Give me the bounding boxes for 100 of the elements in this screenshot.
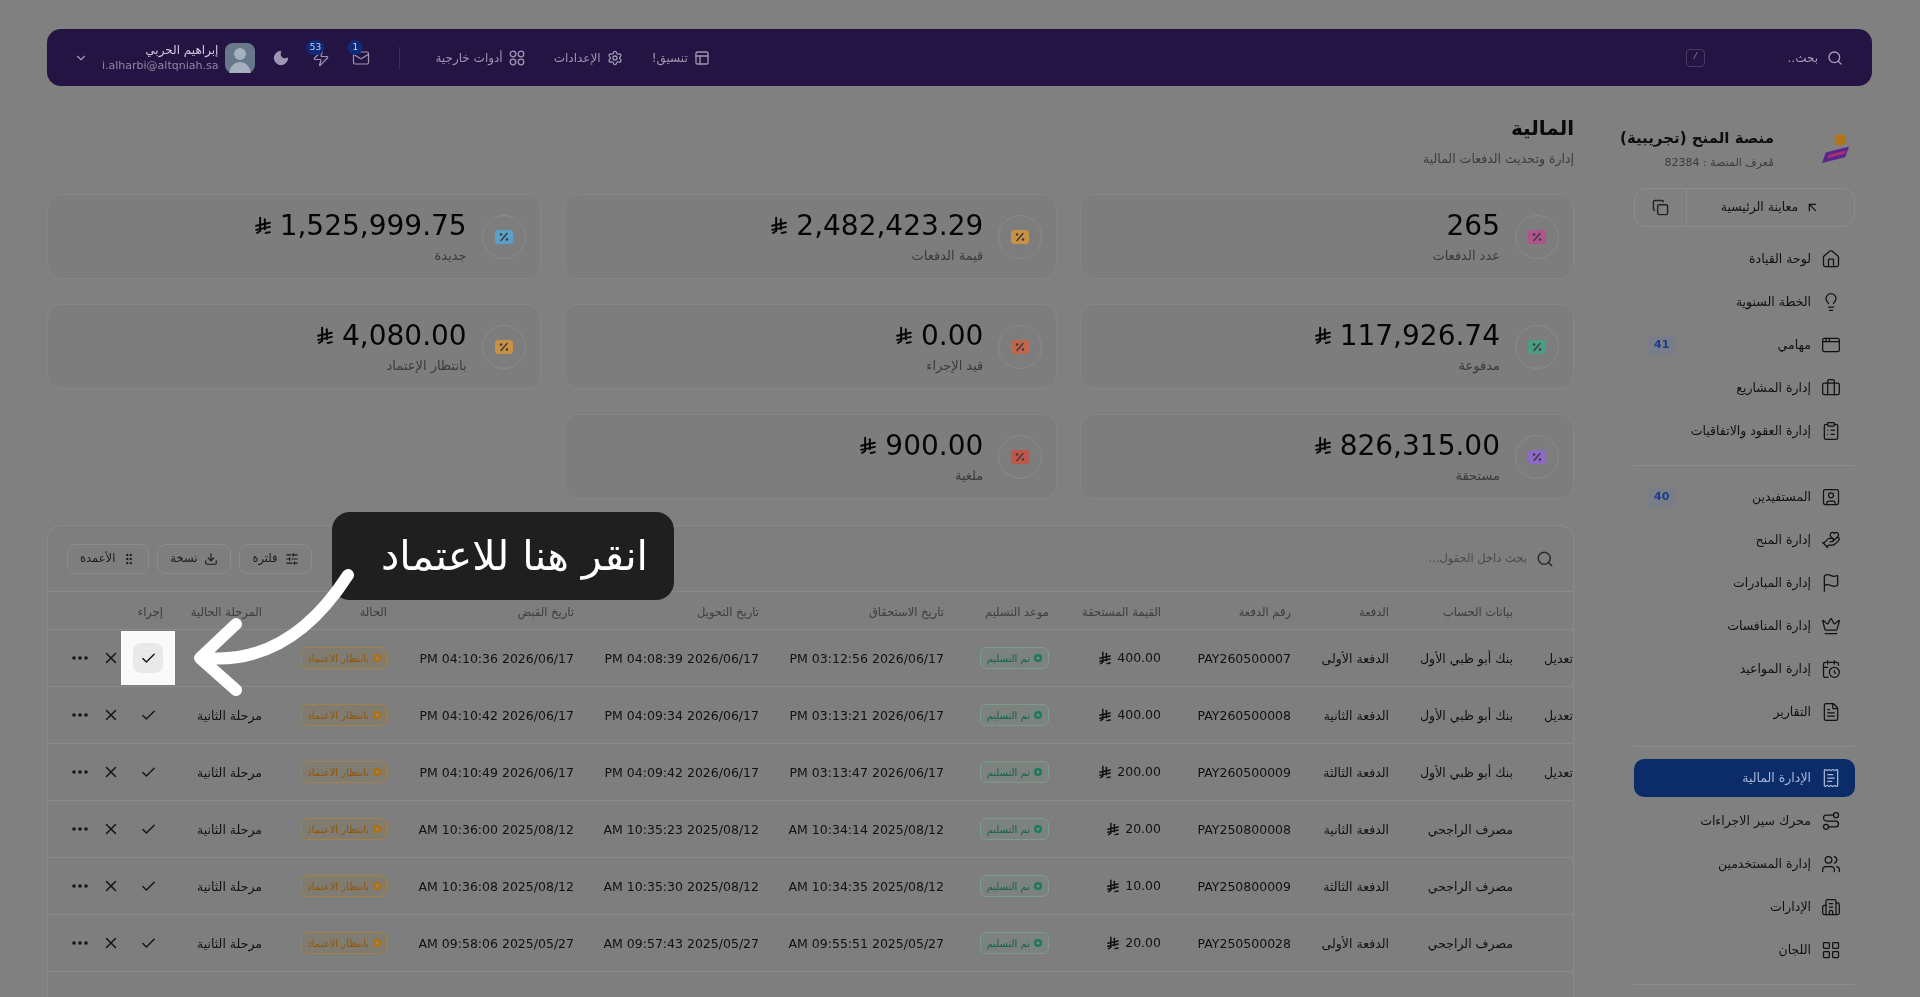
stat-label: جديدة <box>434 246 467 265</box>
riyal-sign-icon <box>1107 822 1120 836</box>
nav-item[interactable]: لوحة القيادة <box>1634 240 1855 278</box>
table-cell: PAY260500007 <box>1197 651 1291 666</box>
stat-value: 117,926.74 <box>1339 318 1500 353</box>
edit-link[interactable]: تعديل <box>1543 651 1573 666</box>
nav-item[interactable]: الإدارات <box>1634 888 1855 926</box>
table-cell: مرحلة الثانية <box>197 765 262 780</box>
table-cell: PM 03:13:21 2026/06/17 <box>789 708 944 723</box>
nav-item[interactable]: الخطة السنوية <box>1634 283 1855 321</box>
table-cell: PM 04:10:36 2026/06/17 <box>419 651 574 666</box>
search-field[interactable]: بحث.. <box>1718 48 1818 67</box>
table-cell: AM 10:36:00 2025/08/12 <box>418 822 574 837</box>
column-header: الدفعة <box>1359 604 1389 619</box>
table-cell: AM 09:57:43 2025/05/27 <box>603 936 759 951</box>
status-dot-icon <box>1034 939 1042 947</box>
window-icon <box>1821 335 1841 355</box>
percent-tag-icon <box>998 434 1043 479</box>
shortcut-key: / <box>1686 48 1705 67</box>
status-dot-icon <box>1034 711 1042 719</box>
stat-value: 2,482,423.29 <box>796 208 984 243</box>
avatar-icon[interactable] <box>225 42 256 73</box>
count-badge: 40 <box>1647 487 1677 507</box>
nav-item[interactable]: إدارة المشاريع <box>1634 369 1855 407</box>
stat-label: ملغية <box>954 466 984 485</box>
columns-button[interactable]: الأعمدة <box>67 543 150 574</box>
stat-value: 265 <box>1446 208 1500 243</box>
nav-item[interactable]: اللجان <box>1634 931 1855 969</box>
status-dot-icon <box>373 825 381 833</box>
column-header: بيانات الحساب <box>1442 604 1513 619</box>
table-cell: PAY260500009 <box>1197 765 1291 780</box>
table-cell: PM 04:09:34 2026/06/17 <box>604 708 759 723</box>
user-name: إبراهيم الحربي <box>145 42 219 58</box>
status-dot-icon <box>1034 825 1042 833</box>
clipboard-icon <box>1821 421 1841 441</box>
nav-item[interactable]: إدارة المستخدمين <box>1634 845 1855 883</box>
user-square-icon <box>1821 487 1841 507</box>
table-cell: بنك أبو ظبي الأول <box>1420 651 1513 666</box>
table-cell: AM 10:36:08 2025/08/12 <box>418 879 574 894</box>
mail-icon[interactable] <box>352 48 371 67</box>
stat-label: بانتظار الإعتماد <box>386 356 467 375</box>
riyal-sign-icon <box>1099 708 1112 722</box>
status-label: بانتظار الاعتماد <box>307 822 369 837</box>
table-cell: PAY250800008 <box>1197 822 1291 837</box>
preview-button[interactable]: معاينة الرئيسية <box>1687 189 1854 226</box>
users-icon <box>1821 854 1841 874</box>
more-icon <box>72 884 88 888</box>
more-icon <box>72 827 88 831</box>
flag-icon <box>1821 573 1841 593</box>
nav-item[interactable]: إدارة المواعيد <box>1634 650 1855 688</box>
page-subtitle: إدارة وتحديث الدفعات المالية <box>1422 150 1574 169</box>
briefcase-icon <box>1821 378 1841 398</box>
percent-tag-icon <box>1515 324 1559 369</box>
table-cell: PM 04:08:39 2026/06/17 <box>604 651 759 666</box>
more-icon <box>72 656 88 660</box>
status-dot-icon <box>373 768 381 776</box>
layout-icon <box>693 49 710 66</box>
stat-value: 900.00 <box>885 428 984 463</box>
table-cell: مرحلة الثانية <box>197 879 262 894</box>
table-cell: PAY250800009 <box>1197 879 1291 894</box>
sliders-icon <box>284 551 299 566</box>
column-header: الحالة <box>359 604 387 619</box>
menu-link[interactable]: أدوات خارجية <box>435 48 525 67</box>
nav-item[interactable]: الإدارة المالية <box>1634 759 1855 797</box>
stat-label: قيمة الدفعات <box>911 246 984 265</box>
table-cell: الدفعة الأولى <box>1321 936 1389 951</box>
table-cell: AM 09:58:06 2025/05/27 <box>418 936 574 951</box>
riyal-sign-icon <box>1107 936 1120 950</box>
nav-item[interactable]: إدارة المنح <box>1634 521 1855 559</box>
nav-item[interactable]: التقارير <box>1634 693 1855 731</box>
table-cell: بنك أبو ظبي الأول <box>1420 708 1513 723</box>
edit-link[interactable]: تعديل <box>1543 765 1573 780</box>
menu-link[interactable]: الإعدادات <box>553 48 623 67</box>
moon-icon[interactable] <box>272 48 291 67</box>
download-icon <box>204 551 219 566</box>
approve-button[interactable] <box>133 643 163 673</box>
status-label: تم التسليم <box>986 651 1030 666</box>
table-cell: PAY260500008 <box>1197 708 1291 723</box>
table-cell-text: 20.00 <box>1125 819 1161 838</box>
table-cell-text: 400.00 <box>1117 648 1161 667</box>
nav-item[interactable]: إدارة المبادرات <box>1634 564 1855 602</box>
column-header: تاريخ الاستحقاق <box>868 604 944 619</box>
nav-item[interactable]: إدارة العقود والاتفاقيات <box>1634 412 1855 450</box>
four-circles-icon <box>508 49 525 66</box>
building-icon <box>1821 897 1841 917</box>
riyal-sign-icon <box>1107 879 1120 893</box>
nav-item[interactable]: إدارة المنافسات <box>1634 607 1855 645</box>
platform-id: مُعرف المنصة : 82384 <box>1664 155 1774 171</box>
table-cell: AM 09:55:51 2025/05/27 <box>788 936 944 951</box>
riyal-sign-icon <box>1099 765 1112 779</box>
nav-item[interactable]: محرك سير الاجراءات <box>1634 802 1855 840</box>
table-cell: الدفعة الثانية <box>1323 708 1389 723</box>
menu-link[interactable]: تنسيق! <box>651 48 710 67</box>
stat-value: 826,315.00 <box>1339 428 1500 463</box>
edit-link[interactable]: تعديل <box>1543 708 1573 723</box>
copy-button[interactable]: نسخة <box>157 543 232 574</box>
settings-icon <box>606 49 623 66</box>
table-cell: بنك أبو ظبي الأول <box>1420 765 1513 780</box>
filter-button[interactable]: فلترة <box>239 543 312 574</box>
table-cell: PAY250500028 <box>1197 936 1291 951</box>
